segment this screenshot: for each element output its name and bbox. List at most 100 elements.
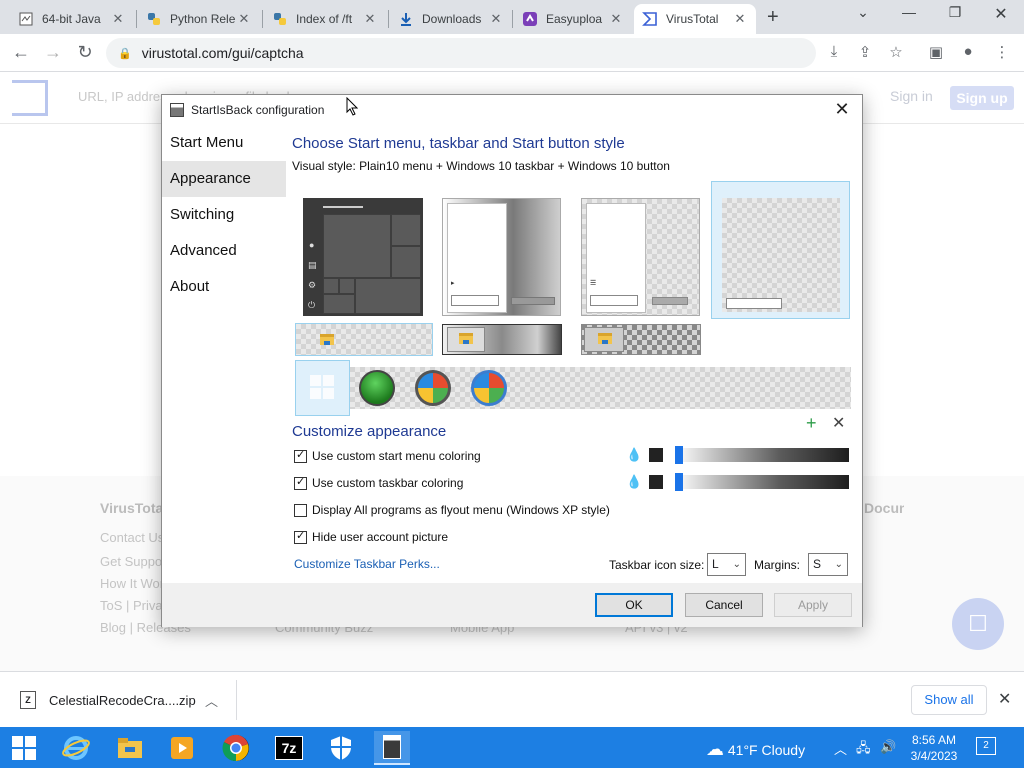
sign-up-button[interactable]: Sign up bbox=[950, 86, 1014, 110]
notification-center-icon[interactable]: 2 bbox=[976, 736, 996, 755]
slider-handle[interactable] bbox=[675, 446, 683, 464]
window-close-icon[interactable]: ✕ bbox=[986, 4, 1016, 24]
file-explorer-icon[interactable] bbox=[112, 731, 148, 765]
tab-close-icon[interactable]: ✕ bbox=[110, 11, 126, 27]
start-menu-style-plain8[interactable]: ☰ bbox=[581, 198, 700, 316]
checkbox[interactable] bbox=[294, 448, 307, 463]
color-swatch[interactable] bbox=[649, 475, 663, 489]
start-button-windows10-selected[interactable] bbox=[295, 360, 350, 416]
option-custom-start-menu-coloring[interactable]: Use custom start menu coloring bbox=[294, 448, 481, 463]
close-download-bar-icon[interactable]: ✕ bbox=[998, 689, 1011, 709]
dialog-nav: Start Menu Appearance Switching Advanced… bbox=[162, 125, 286, 305]
reload-icon[interactable]: ↻ bbox=[74, 42, 96, 63]
tab-virustotal[interactable]: VirusTotal ✕ bbox=[634, 4, 756, 34]
pictures-icon: ▤ bbox=[308, 260, 317, 270]
option-all-programs-flyout[interactable]: Display All programs as flyout menu (Win… bbox=[294, 503, 610, 517]
download-filename[interactable]: CelestialRecodeCra....zip bbox=[49, 693, 196, 708]
tab-downloads[interactable]: Downloads ✕ bbox=[390, 4, 512, 34]
tab-index-of-ftp[interactable]: Index of /ft ✕ bbox=[264, 4, 386, 34]
python-icon bbox=[274, 13, 286, 25]
internet-explorer-icon[interactable] bbox=[58, 731, 94, 765]
share-icon[interactable]: ⇪ bbox=[855, 43, 875, 61]
tab-close-icon[interactable]: ✕ bbox=[732, 11, 748, 27]
tab-64bit-java[interactable]: 64-bit Java ✕ bbox=[10, 4, 134, 34]
show-hidden-icons-chevron-icon[interactable]: ︿ bbox=[834, 739, 847, 758]
slider-handle[interactable] bbox=[675, 473, 683, 491]
tab-python-releases[interactable]: Python Rele ✕ bbox=[138, 4, 260, 34]
nav-item-start-menu[interactable]: Start Menu bbox=[162, 125, 286, 161]
option-label: Display All programs as flyout menu (Win… bbox=[312, 503, 610, 517]
start-menu-color-slider[interactable] bbox=[675, 448, 849, 462]
back-icon[interactable]: ← bbox=[10, 42, 32, 63]
taskbar-style-windows8[interactable] bbox=[581, 324, 701, 355]
virustotal-logo[interactable] bbox=[12, 80, 48, 116]
option-hide-user-picture[interactable]: Hide user account picture bbox=[294, 529, 448, 544]
app-icon bbox=[170, 103, 184, 117]
margins-value: S bbox=[813, 557, 822, 571]
start-orb-windows7-icon[interactable] bbox=[415, 370, 451, 406]
nav-item-about[interactable]: About bbox=[162, 269, 286, 305]
footer-link[interactable]: Contact Us bbox=[100, 530, 164, 545]
side-panel-icon[interactable]: ▣ bbox=[926, 43, 946, 61]
start-menu-style-plain10-selected[interactable] bbox=[711, 181, 850, 319]
bookmark-star-icon[interactable]: ☆ bbox=[886, 43, 906, 61]
forward-icon[interactable]: → bbox=[42, 42, 64, 63]
nav-item-advanced[interactable]: Advanced bbox=[162, 233, 286, 269]
checkbox[interactable] bbox=[294, 503, 307, 517]
menu-kebab-icon[interactable]: ⋮ bbox=[992, 43, 1012, 61]
address-bar[interactable]: 🔒 virustotal.com/gui/captcha bbox=[106, 38, 816, 68]
volume-icon[interactable]: 🔊 bbox=[880, 739, 896, 755]
new-tab-icon[interactable]: + bbox=[767, 6, 779, 29]
footer-link[interactable]: Get Support bbox=[100, 554, 170, 569]
customize-taskbar-perks-link[interactable]: Customize Taskbar Perks... bbox=[294, 557, 440, 571]
apply-button[interactable]: Apply bbox=[774, 593, 852, 617]
tab-close-icon[interactable]: ✕ bbox=[608, 11, 624, 27]
nav-item-switching[interactable]: Switching bbox=[162, 197, 286, 233]
weather-widget[interactable]: ☁ 41°F Cloudy bbox=[706, 739, 805, 760]
media-player-icon[interactable] bbox=[164, 731, 200, 765]
gear-icon: ⚙ bbox=[308, 280, 317, 290]
minimize-icon[interactable]: — bbox=[894, 4, 924, 20]
start-menu-style-windows10[interactable]: ● ▤ ⚙ ⏻ bbox=[303, 198, 423, 316]
startisback-taskbar-icon[interactable] bbox=[374, 731, 410, 765]
chrome-icon[interactable] bbox=[218, 731, 254, 765]
cancel-button[interactable]: Cancel bbox=[685, 593, 763, 617]
taskbar-style-windows10-selected[interactable] bbox=[295, 323, 433, 356]
start-button[interactable] bbox=[6, 731, 42, 765]
chat-icon[interactable]: ☐ bbox=[952, 598, 1004, 650]
ok-button[interactable]: OK bbox=[595, 593, 673, 617]
install-app-icon[interactable]: ⤓ bbox=[824, 43, 844, 60]
tab-close-icon[interactable]: ✕ bbox=[236, 11, 252, 27]
dialog-close-icon[interactable]: ✕ bbox=[830, 99, 854, 120]
tab-close-icon[interactable]: ✕ bbox=[488, 11, 504, 27]
restore-icon[interactable]: ❐ bbox=[940, 4, 970, 21]
checkbox[interactable] bbox=[294, 475, 307, 490]
chevron-up-icon[interactable]: ︿ bbox=[205, 691, 218, 710]
taskbar-style-windows7[interactable] bbox=[442, 324, 562, 355]
7zip-icon[interactable]: 7z bbox=[271, 731, 307, 765]
color-swatch[interactable] bbox=[649, 448, 663, 462]
option-custom-taskbar-coloring[interactable]: Use custom taskbar coloring bbox=[294, 475, 463, 490]
margins-select[interactable]: S ⌄ bbox=[808, 553, 848, 576]
start-menu-style-windows7[interactable]: ▸ bbox=[442, 198, 561, 316]
checkbox[interactable] bbox=[294, 529, 307, 544]
tab-easyupload[interactable]: Easyuploa ✕ bbox=[514, 4, 632, 34]
taskbar-color-slider[interactable] bbox=[675, 475, 849, 489]
start-orb-clover-icon[interactable] bbox=[359, 370, 395, 406]
tab-search-chevron-icon[interactable]: ⌄ bbox=[848, 4, 878, 21]
add-icon[interactable]: + bbox=[806, 413, 817, 434]
tab-close-icon[interactable]: ✕ bbox=[362, 11, 378, 27]
start-orb-windows7-blue-icon[interactable] bbox=[471, 370, 507, 406]
sign-in-link[interactable]: Sign in bbox=[890, 88, 933, 104]
network-icon[interactable]: 🖧 bbox=[856, 739, 871, 761]
nav-item-appearance[interactable]: Appearance bbox=[162, 161, 286, 197]
show-all-button[interactable]: Show all bbox=[911, 685, 987, 715]
delete-icon[interactable]: ✕ bbox=[832, 413, 845, 433]
clock[interactable]: 8:56 AM 3/4/2023 bbox=[906, 732, 962, 764]
windows-security-icon[interactable] bbox=[323, 731, 359, 765]
icon-size-select[interactable]: L ⌄ bbox=[707, 553, 746, 576]
transparency-drop-icon: 💧 bbox=[626, 474, 643, 489]
footer-title: VirusTotal bbox=[100, 500, 168, 516]
profile-avatar-icon[interactable]: ● bbox=[958, 43, 978, 60]
divider bbox=[236, 680, 237, 720]
